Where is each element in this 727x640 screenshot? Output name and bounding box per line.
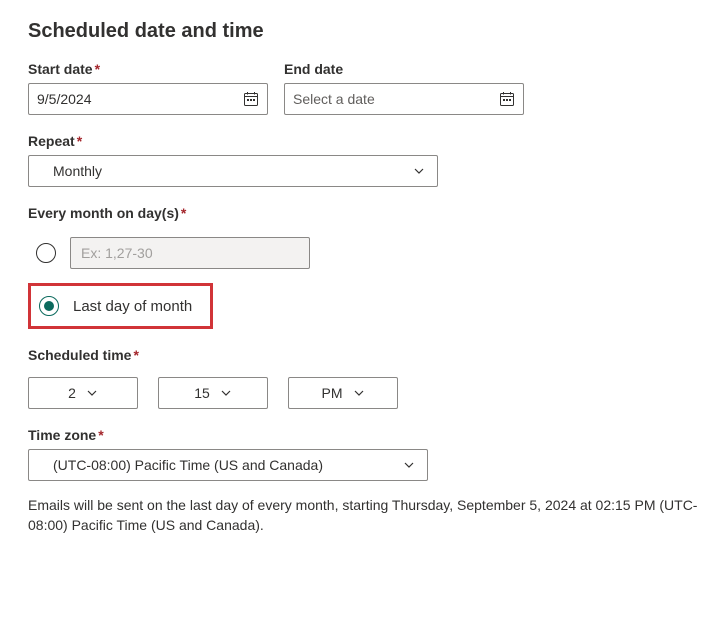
schedule-summary: Emails will be sent on the last day of e… — [28, 495, 699, 536]
minute-select[interactable]: 15 — [158, 377, 268, 409]
hour-select[interactable]: 2 — [28, 377, 138, 409]
minute-value: 15 — [194, 385, 210, 401]
radio-unchecked-icon[interactable] — [36, 243, 56, 263]
chevron-down-icon — [413, 165, 425, 177]
end-date-input[interactable]: Select a date — [284, 83, 524, 115]
calendar-icon[interactable] — [243, 91, 259, 107]
radio-checked-icon[interactable] — [39, 296, 59, 316]
calendar-icon[interactable] — [499, 91, 515, 107]
repeat-value: Monthly — [53, 163, 102, 179]
hour-value: 2 — [68, 385, 76, 401]
every-month-label: Every month on day(s)* — [28, 205, 699, 221]
timezone-select[interactable]: (UTC-08:00) Pacific Time (US and Canada) — [28, 449, 428, 481]
section-heading: Scheduled date and time — [28, 20, 699, 43]
end-date-field: End date Select a date — [284, 61, 524, 115]
scheduled-time-label: Scheduled time* — [28, 347, 699, 363]
timezone-value: (UTC-08:00) Pacific Time (US and Canada) — [53, 457, 383, 473]
repeat-label: Repeat* — [28, 133, 699, 149]
start-date-value: 9/5/2024 — [37, 91, 92, 107]
chevron-down-icon — [403, 459, 415, 471]
last-day-highlight: Last day of month — [28, 283, 213, 329]
start-date-input[interactable]: 9/5/2024 — [28, 83, 268, 115]
end-date-label: End date — [284, 61, 524, 77]
days-placeholder: Ex: 1,27-30 — [81, 245, 153, 261]
end-date-placeholder: Select a date — [293, 91, 375, 107]
radio-dot — [44, 301, 54, 311]
last-day-label: Last day of month — [73, 298, 192, 315]
chevron-down-icon — [220, 387, 232, 399]
timezone-label: Time zone* — [28, 427, 699, 443]
repeat-select[interactable]: Monthly — [28, 155, 438, 187]
ampm-value: PM — [322, 385, 343, 401]
start-date-label: Start date* — [28, 61, 268, 77]
chevron-down-icon — [353, 387, 365, 399]
radio-specific-days[interactable]: Ex: 1,27-30 — [28, 233, 699, 273]
chevron-down-icon — [86, 387, 98, 399]
days-input[interactable]: Ex: 1,27-30 — [70, 237, 310, 269]
start-date-field: Start date* 9/5/2024 — [28, 61, 268, 115]
ampm-select[interactable]: PM — [288, 377, 398, 409]
